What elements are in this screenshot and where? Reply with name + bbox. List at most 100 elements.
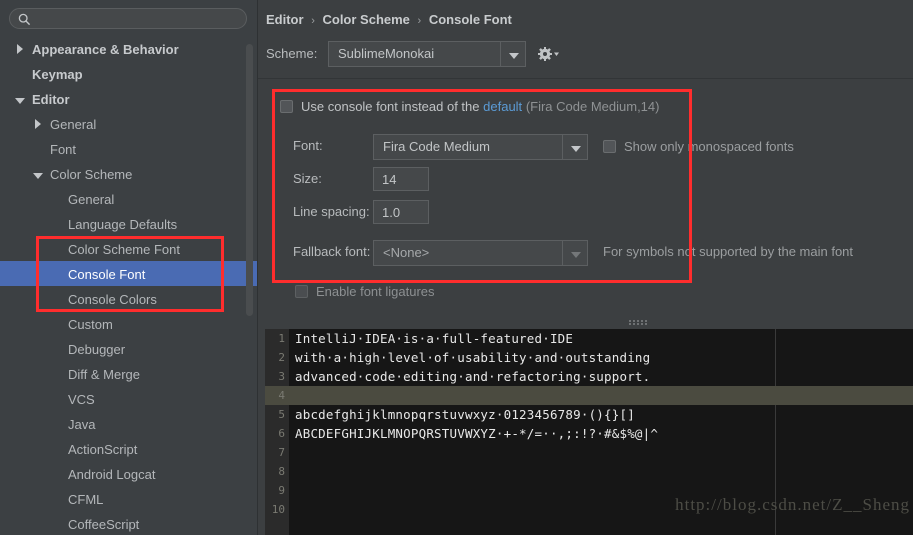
chevron-down-icon[interactable] bbox=[562, 241, 587, 265]
scheme-dropdown[interactable]: SublimeMonokai bbox=[328, 41, 526, 67]
sidebar-item-label: Language Defaults bbox=[68, 217, 178, 233]
sidebar-item-cfml[interactable]: CFML bbox=[0, 486, 258, 511]
sidebar-item-label: Appearance & Behavior bbox=[32, 42, 179, 58]
sidebar-item-label: CoffeeScript bbox=[68, 517, 140, 533]
gear-icon[interactable] bbox=[536, 45, 560, 63]
sidebar-item-label: Custom bbox=[68, 317, 113, 333]
enable-ligatures-checkbox[interactable] bbox=[295, 285, 308, 299]
line-number: 9 bbox=[278, 484, 285, 497]
sidebar-item-general[interactable]: General bbox=[0, 111, 258, 136]
chevron-down-icon[interactable] bbox=[500, 42, 525, 66]
sidebar-item-console-colors[interactable]: Console Colors bbox=[0, 286, 258, 311]
sidebar-item-color-scheme[interactable]: Color Scheme bbox=[0, 161, 258, 186]
sidebar-item-label: Java bbox=[68, 417, 96, 433]
sidebar-scrollbar[interactable] bbox=[246, 44, 253, 316]
sidebar-item-label: Color Scheme bbox=[50, 167, 133, 183]
chevron-down-icon[interactable] bbox=[32, 169, 44, 181]
sidebar-item-coffeescript[interactable]: CoffeeScript bbox=[0, 511, 258, 535]
use-console-font-row[interactable]: Use console font instead of the default … bbox=[280, 99, 659, 114]
enable-ligatures-label: Enable font ligatures bbox=[316, 284, 435, 300]
breadcrumb-separator-1: › bbox=[311, 15, 315, 27]
sidebar-item-label: General bbox=[50, 117, 97, 133]
sidebar-item-vcs[interactable]: VCS bbox=[0, 386, 258, 411]
sidebar-item-label: General bbox=[68, 192, 115, 208]
sidebar-item-appearance-behavior[interactable]: Appearance & Behavior bbox=[0, 36, 258, 61]
sidebar-item-android-logcat[interactable]: Android Logcat bbox=[0, 461, 258, 486]
line-number: 4 bbox=[278, 389, 285, 402]
sidebar-item-editor[interactable]: Editor bbox=[0, 86, 258, 111]
breadcrumb-editor[interactable]: Editor bbox=[266, 12, 304, 27]
preview-line: 4 bbox=[265, 386, 913, 405]
line-number: 6 bbox=[278, 427, 285, 440]
font-dropdown[interactable]: Fira Code Medium bbox=[373, 134, 588, 160]
use-console-font-label: Use console font instead of the default … bbox=[301, 99, 659, 114]
sidebar-item-general[interactable]: General bbox=[0, 186, 258, 211]
sidebar-item-actionscript[interactable]: ActionScript bbox=[0, 436, 258, 461]
line-number: 7 bbox=[278, 446, 285, 459]
sidebar-item-keymap[interactable]: Keymap bbox=[0, 61, 258, 86]
sidebar-item-language-defaults[interactable]: Language Defaults bbox=[0, 211, 258, 236]
size-input[interactable] bbox=[373, 167, 429, 191]
chevron-right-icon[interactable] bbox=[14, 43, 26, 56]
sidebar-item-custom[interactable]: Custom bbox=[0, 311, 258, 336]
search-box[interactable] bbox=[9, 8, 247, 30]
scheme-label: Scheme: bbox=[266, 46, 318, 61]
enable-ligatures-row[interactable]: Enable font ligatures bbox=[295, 284, 435, 299]
preview-line-text: advanced·code·editing·and·refactoring·su… bbox=[295, 369, 651, 384]
show-monospaced-checkbox[interactable] bbox=[603, 140, 616, 154]
line-spacing-label: Line spacing: bbox=[293, 204, 370, 219]
sidebar-item-console-font[interactable]: Console Font bbox=[0, 261, 258, 286]
line-number: 1 bbox=[278, 332, 285, 345]
preview-line: 3 advanced·code·editing·and·refactoring·s… bbox=[265, 367, 913, 386]
sidebar-item-label: Android Logcat bbox=[68, 467, 156, 483]
preview-line: 6 ABCDEFGHIJKLMNOPQRSTUVWXYZ·+-*/=··,;:!?… bbox=[265, 424, 913, 443]
fallback-font-value: <None> bbox=[383, 245, 430, 260]
search-field-wrapper bbox=[9, 8, 247, 30]
preview-line: 8 bbox=[265, 462, 913, 481]
breadcrumb-color-scheme[interactable]: Color Scheme bbox=[322, 12, 409, 27]
console-font-settings-panel: Use console font instead of the default … bbox=[258, 79, 913, 315]
chevron-down-icon[interactable] bbox=[562, 135, 587, 159]
splitter-grip-icon bbox=[629, 320, 651, 325]
breadcrumb-console-font[interactable]: Console Font bbox=[429, 12, 512, 27]
search-input[interactable] bbox=[36, 11, 236, 30]
settings-tree[interactable]: Appearance & Behavior Keymap Editor General… bbox=[0, 36, 258, 535]
sidebar-item-debugger[interactable]: Debugger bbox=[0, 336, 258, 361]
sidebar-item-font[interactable]: Font bbox=[0, 136, 258, 161]
sidebar-item-java[interactable]: Java bbox=[0, 411, 258, 436]
line-number: 8 bbox=[278, 465, 285, 478]
fallback-font-dropdown[interactable]: <None> bbox=[373, 240, 588, 266]
sidebar-item-color-scheme-font[interactable]: Color Scheme Font bbox=[0, 236, 258, 261]
font-preview-editor[interactable]: 1 IntelliJ·IDEA·is·a·full-featured·IDE 2 wi… bbox=[265, 329, 913, 535]
preview-line: 7 bbox=[265, 443, 913, 462]
line-spacing-input[interactable] bbox=[373, 200, 429, 224]
preview-line: 2 with·a·high·level·of·usability·and·outs… bbox=[265, 348, 913, 367]
settings-sidebar: Appearance & Behavior Keymap Editor General… bbox=[0, 0, 258, 535]
sidebar-item-label: VCS bbox=[68, 392, 95, 408]
sidebar-item-label: Keymap bbox=[32, 67, 83, 83]
default-link[interactable]: default bbox=[483, 99, 522, 114]
use-console-font-checkbox[interactable] bbox=[280, 100, 293, 114]
fallback-font-hint: For symbols not supported by the main fo… bbox=[603, 244, 854, 259]
sidebar-item-diff-merge[interactable]: Diff & Merge bbox=[0, 361, 258, 386]
preview-line-text: with·a·high·level·of·usability·and·outst… bbox=[295, 350, 651, 365]
preview-line-text: ABCDEFGHIJKLMNOPQRSTUVWXYZ·+-*/=··,;:!?·… bbox=[295, 426, 659, 441]
chevron-down-icon[interactable] bbox=[14, 94, 26, 106]
use-console-font-text-after: (Fira Code Medium,14) bbox=[525, 99, 660, 115]
sidebar-item-label: Debugger bbox=[68, 342, 126, 358]
show-monospaced-row[interactable]: Show only monospaced fonts bbox=[603, 139, 794, 154]
fallback-font-label: Fallback font: bbox=[293, 244, 371, 259]
chevron-right-icon[interactable] bbox=[32, 118, 44, 131]
preview-splitter[interactable] bbox=[258, 315, 913, 329]
